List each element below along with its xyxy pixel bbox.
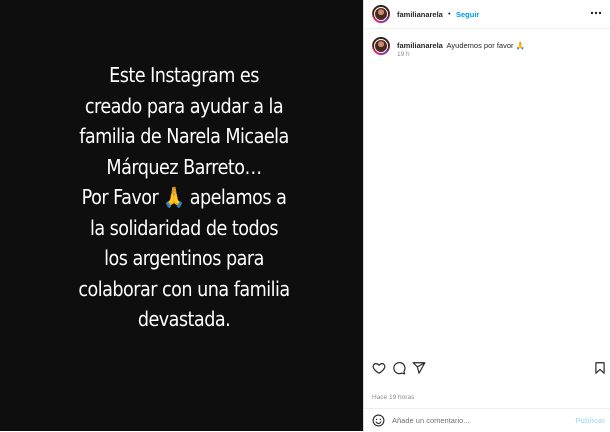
post-text-line: familia de Narela Micaela <box>79 124 289 148</box>
comment-timestamp: 19 h <box>397 51 410 58</box>
post-sidebar: familianarela • Seguir familianarela Ayu… <box>363 0 610 431</box>
follow-button[interactable]: Seguir <box>456 10 479 19</box>
comment-input[interactable] <box>392 413 572 427</box>
heart-icon[interactable] <box>372 361 386 375</box>
post-image-text: Este Instagram es creado para ayudar a l… <box>52 60 316 335</box>
post-image[interactable]: Este Instagram es creado para ayudar a l… <box>0 0 363 431</box>
comment-line: familianarela Ayudemos por favor 🙏 <box>397 41 525 50</box>
caption-comment: familianarela Ayudemos por favor 🙏 19 h <box>364 32 610 62</box>
comment-text: Ayudemos por favor 🙏 <box>446 41 525 50</box>
comment-username[interactable]: familianarela <box>397 41 443 50</box>
post-text-line: Por Favor 🙏 apelamos a <box>81 185 287 209</box>
publish-button[interactable]: Publicar <box>575 416 605 425</box>
post-text-line: devastada. <box>137 307 231 331</box>
header-username[interactable]: familianarela <box>397 10 443 19</box>
post-text-line: Este Instagram es <box>109 63 259 87</box>
add-comment-bar: Publicar <box>364 408 610 432</box>
post-text-line: creado para ayudar a la <box>84 93 284 118</box>
post-text-line: Márquez Barreto… <box>106 154 262 179</box>
post-timestamp: Hace 19 horas <box>372 394 415 401</box>
separator-dot: • <box>448 9 451 18</box>
bookmark-icon[interactable] <box>593 361 607 375</box>
emoji-icon[interactable] <box>372 414 385 427</box>
post-text-line: la solidaridad de todos <box>89 215 279 240</box>
comment-avatar[interactable] <box>372 37 390 55</box>
share-icon[interactable] <box>412 361 426 375</box>
post-text-line: colaborar con una familia <box>78 276 290 301</box>
post-header: familianarela • Seguir <box>364 0 610 29</box>
comment-icon[interactable] <box>392 361 406 375</box>
more-options-icon[interactable] <box>589 8 603 18</box>
post-text-line: los argentinos para <box>104 246 264 270</box>
action-bar <box>364 359 610 377</box>
avatar[interactable] <box>372 5 390 23</box>
